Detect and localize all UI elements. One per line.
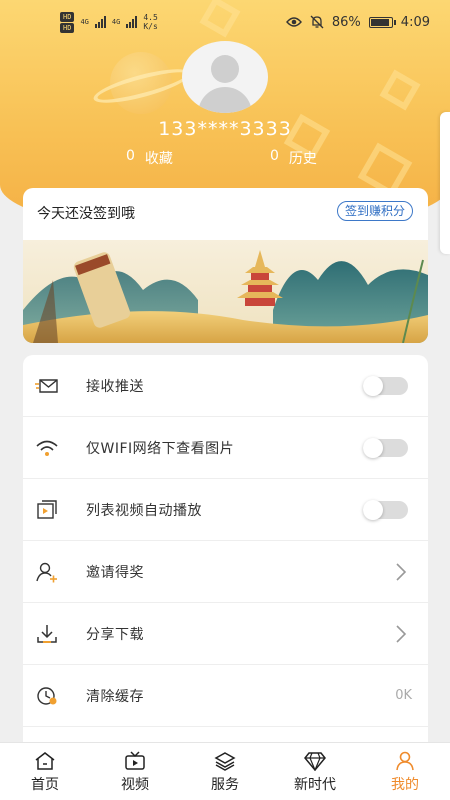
list-item-label: 分享下载 <box>86 626 144 643</box>
download-icon <box>37 625 57 643</box>
person-icon <box>396 751 414 771</box>
checkin-button[interactable]: 签到赚积分 <box>336 201 413 221</box>
tab-home[interactable]: 首页 <box>0 743 90 800</box>
list-item[interactable]: 清除缓存 0K <box>23 665 428 727</box>
clock: 4:09 <box>400 14 430 30</box>
wifi-only-toggle[interactable] <box>363 438 408 458</box>
speed-unit: K/s <box>143 22 158 31</box>
chevron-right-icon <box>396 625 407 643</box>
tab-mine[interactable]: 我的 <box>360 743 450 800</box>
video-icon <box>125 751 145 770</box>
square-decoration <box>379 69 421 111</box>
tab-label: 新时代 <box>294 777 336 793</box>
status-right: 86% 4:09 <box>285 14 430 30</box>
list-item-label: 清除缓存 <box>86 688 144 705</box>
avatar[interactable] <box>182 41 268 113</box>
list-item[interactable]: 仅WIFI网络下查看图片 <box>23 417 428 479</box>
signal-icon <box>126 16 138 28</box>
user-phone: 133****3333 <box>158 118 292 140</box>
push-toggle[interactable] <box>363 376 408 396</box>
hd-badges: HD HD <box>60 11 75 33</box>
list-item[interactable]: 列表视频自动播放 <box>23 479 428 541</box>
autoplay-toggle[interactable] <box>363 500 408 520</box>
tab-label: 首页 <box>31 777 59 793</box>
clock-clear-icon <box>37 687 57 705</box>
list-item[interactable]: 邀请得奖 <box>23 541 428 603</box>
settings-list: 接收推送 仅WIFI网络下查看图片 列表视频自动播放 邀请得奖 分享下载 清除缓… <box>23 355 428 755</box>
list-item-label: 接收推送 <box>86 378 144 395</box>
wifi-icon <box>36 440 58 456</box>
eye-icon <box>285 17 302 27</box>
hd-badge: HD <box>60 11 75 22</box>
history-count: 0 <box>270 148 279 164</box>
battery-percent: 86% <box>331 14 361 30</box>
network-speed: 4.5 K/s <box>143 13 157 31</box>
speed-value: 4.5 <box>143 13 158 22</box>
chevron-right-icon <box>396 563 407 581</box>
favorites-label: 收藏 <box>144 151 173 167</box>
list-item-label: 列表视频自动播放 <box>86 502 202 519</box>
cache-size: 0K <box>395 688 412 703</box>
signal-label: 4G <box>80 18 89 26</box>
favorites-stat[interactable]: 0 收藏 <box>126 148 173 168</box>
list-item[interactable]: 接收推送 <box>23 355 428 417</box>
diamond-icon <box>304 752 326 771</box>
signal-icon <box>94 16 106 28</box>
checkin-card: 今天还没签到哦 签到赚积分 <box>23 188 428 343</box>
mute-bell-icon <box>310 15 324 29</box>
tab-video[interactable]: 视频 <box>90 743 180 800</box>
tab-services[interactable]: 服务 <box>180 743 270 800</box>
history-stat[interactable]: 0 历史 <box>270 148 317 168</box>
home-icon <box>35 752 55 770</box>
signal-label: 4G <box>111 18 121 26</box>
hd-badge: HD <box>60 22 75 33</box>
favorites-count: 0 <box>126 148 135 164</box>
layers-icon <box>214 752 236 771</box>
tab-new-era[interactable]: 新时代 <box>270 743 360 800</box>
invite-user-icon <box>36 562 57 583</box>
tab-label: 我的 <box>391 777 419 793</box>
tab-label: 视频 <box>121 777 149 793</box>
bottom-tab-bar: 首页 视频 服务 新时代 我的 <box>0 742 450 800</box>
side-drawer-handle[interactable] <box>440 112 450 254</box>
status-bar: HD HD 4G 4G 4.5 K/s 86% 4:09 <box>0 0 450 44</box>
battery-icon <box>368 16 396 28</box>
network-indicators: HD HD 4G 4G 4.5 K/s <box>60 11 158 33</box>
video-play-icon <box>37 500 57 519</box>
profile-stats: 0 收藏 0 历史 <box>0 148 450 168</box>
history-label: 历史 <box>288 151 317 167</box>
checkin-title: 今天还没签到哦 <box>37 206 135 222</box>
checkin-banner-image[interactable] <box>23 240 428 343</box>
envelope-icon <box>35 379 58 393</box>
list-item-label: 仅WIFI网络下查看图片 <box>86 440 235 457</box>
tab-label: 服务 <box>211 777 239 793</box>
list-item[interactable]: 分享下载 <box>23 603 428 665</box>
list-item-label: 邀请得奖 <box>86 564 144 581</box>
